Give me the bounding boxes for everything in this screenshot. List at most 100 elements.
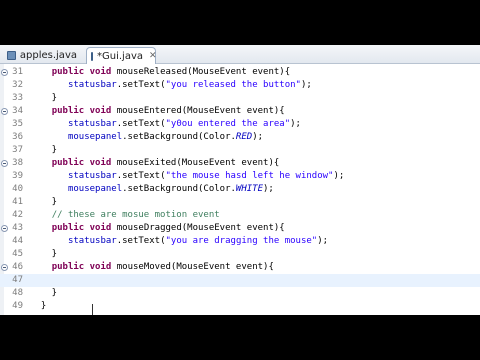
line-number: 47 — [12, 275, 23, 285]
code-token: "the mouse hasd left he window" — [165, 171, 334, 181]
code-token: .setText( — [116, 80, 166, 90]
code-line[interactable]: 41 } — [0, 196, 480, 209]
code-token: public — [51, 67, 85, 77]
code-text: public void mouseDragged(MouseEvent even… — [30, 222, 285, 235]
code-token: mouseDragged(MouseEvent event){ — [111, 223, 285, 233]
code-token: } — [30, 93, 58, 103]
tab-label: apples.java — [19, 49, 77, 61]
code-token: ); — [252, 132, 264, 142]
code-line[interactable]: 39 statusbar.setText("the mouse hasd lef… — [0, 170, 480, 183]
code-token: mousepanel — [67, 132, 123, 142]
eclipse-window: apples.java *Gui.java ✕ 31 public void m… — [0, 45, 480, 315]
code-token: .setBackground(Color. — [122, 132, 236, 142]
line-number: 33 — [12, 93, 23, 103]
code-line[interactable]: 34 public void mouseEntered(MouseEvent e… — [0, 105, 480, 118]
fold-collapse-icon[interactable] — [1, 160, 8, 167]
tab-gui-java[interactable]: *Gui.java ✕ — [86, 47, 157, 64]
code-token: void — [89, 158, 112, 168]
code-line[interactable]: 35 statusbar.setText("y0ou entered the a… — [0, 118, 480, 131]
code-token: mouseReleased(MouseEvent event){ — [111, 67, 291, 77]
code-line[interactable]: 48 } — [0, 287, 480, 300]
code-token: } — [30, 197, 58, 207]
line-number: 40 — [12, 184, 23, 194]
line-number: 31 — [12, 67, 23, 77]
code-token: void — [89, 262, 112, 272]
code-token: .setText( — [116, 171, 166, 181]
code-line[interactable]: 42 // these are mosue motion event — [0, 209, 480, 222]
code-text: } — [30, 92, 57, 105]
code-line[interactable]: 49 } — [0, 300, 480, 313]
code-token: WHITE — [235, 184, 264, 194]
code-token: public — [51, 158, 85, 168]
line-number: 39 — [12, 171, 23, 181]
code-text: mousepanel.setBackground(Color.WHITE); — [30, 183, 274, 196]
code-token: ); — [290, 119, 301, 129]
code-token: ); — [300, 80, 312, 90]
code-line[interactable]: 43 public void mouseDragged(MouseEvent e… — [0, 222, 480, 235]
editor-tab-bar: apples.java *Gui.java ✕ — [0, 45, 480, 64]
line-number: 49 — [12, 301, 23, 311]
line-number: 45 — [12, 249, 23, 259]
code-token: mouseEntered(MouseEvent event){ — [111, 106, 285, 116]
code-token: } — [30, 249, 58, 259]
code-text: } — [30, 300, 46, 313]
code-token: ); — [317, 236, 329, 246]
line-number: 34 — [12, 106, 23, 116]
code-line[interactable]: 47 — [0, 274, 480, 287]
tab-label: *Gui.java — [97, 50, 143, 62]
code-token: public — [51, 262, 85, 272]
code-token: } — [30, 301, 47, 311]
code-token: RED — [235, 132, 253, 142]
code-token: // these are mosue motion event — [51, 210, 220, 220]
line-number: 38 — [12, 158, 23, 168]
code-token: "you are dragging the mouse" — [165, 236, 318, 246]
code-line[interactable]: 45 } — [0, 248, 480, 261]
close-icon[interactable]: ✕ — [149, 51, 157, 61]
fold-collapse-icon[interactable] — [1, 264, 8, 271]
code-token: mouseExited(MouseEvent event){ — [111, 158, 280, 168]
code-text: } — [30, 144, 57, 157]
code-token: ); — [263, 184, 274, 194]
code-text: } — [30, 248, 57, 261]
code-token: } — [30, 145, 58, 155]
line-number: 32 — [12, 80, 23, 90]
code-line[interactable]: 46 public void mouseMoved(MouseEvent eve… — [0, 261, 480, 274]
code-token: } — [30, 288, 58, 298]
code-line[interactable]: 36 mousepanel.setBackground(Color.RED); — [0, 131, 480, 144]
code-line[interactable]: 31 public void mouseReleased(MouseEvent … — [0, 66, 480, 79]
code-line[interactable]: 33 } — [0, 92, 480, 105]
code-token: statusbar — [67, 80, 117, 90]
tab-apples-java[interactable]: apples.java — [2, 47, 84, 62]
code-line[interactable]: 40 mousepanel.setBackground(Color.WHITE)… — [0, 183, 480, 196]
code-token: .setBackground(Color. — [122, 184, 236, 194]
code-line[interactable]: 38 public void mouseExited(MouseEvent ev… — [0, 157, 480, 170]
fold-collapse-icon[interactable] — [1, 225, 8, 232]
code-line[interactable]: 44 statusbar.setText("you are dragging t… — [0, 235, 480, 248]
code-token: void — [89, 223, 112, 233]
fold-collapse-icon[interactable] — [1, 108, 8, 115]
fold-collapse-icon[interactable] — [1, 69, 8, 76]
code-editor[interactable]: 31 public void mouseReleased(MouseEvent … — [0, 64, 480, 315]
code-text: statusbar.setText("the mouse hasd left h… — [30, 170, 344, 183]
code-token: .setText( — [116, 119, 166, 129]
code-line[interactable]: 32 statusbar.setText("you released the b… — [0, 79, 480, 92]
code-token: void — [89, 106, 112, 116]
java-file-icon — [7, 50, 16, 60]
code-text: mousepanel.setBackground(Color.RED); — [30, 131, 263, 144]
code-token: "you released the button" — [165, 80, 301, 90]
code-text: } — [30, 287, 57, 300]
line-number: 37 — [12, 145, 23, 155]
code-token: public — [51, 106, 85, 116]
code-line[interactable]: 37 } — [0, 144, 480, 157]
